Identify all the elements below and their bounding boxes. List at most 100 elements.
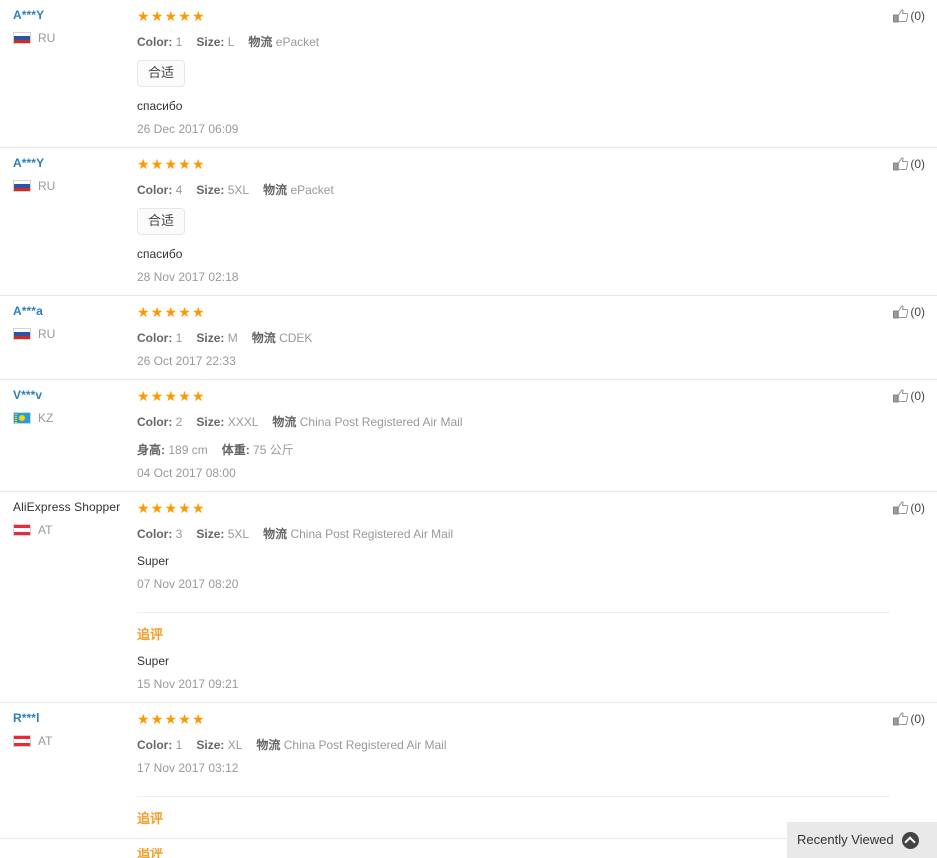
weight-label: 体重: — [221, 443, 250, 457]
flag-icon-at — [13, 735, 31, 747]
review-attributes: Color: 2 Size: XXXL 物流 China Post Register… — [137, 414, 927, 430]
color-value: 1 — [175, 738, 183, 752]
additional-review-date: 15 Nov 2017 09:21 — [137, 677, 239, 691]
reviewer-country: RU — [13, 32, 137, 44]
review-date: 04 Oct 2017 08:00 — [137, 466, 236, 480]
helpful-button[interactable]: (0) — [893, 501, 925, 515]
logistics-value: ePacket — [290, 183, 334, 197]
reviewer-name: AliExpress Shopper — [13, 500, 121, 514]
flag-icon-ru — [13, 328, 31, 340]
size-label: Size: — [196, 415, 225, 429]
reviewer-name[interactable]: V***v — [13, 387, 137, 404]
logistics-label: 物流 — [248, 35, 273, 49]
fit-tag[interactable]: 合适 — [137, 208, 186, 235]
review-user-column: A***a RU — [0, 302, 137, 340]
review-user-column: V***v KZ — [0, 386, 137, 424]
review-attributes: Color: 3 Size: 5XL 物流 China Post Registere… — [137, 526, 927, 542]
additional-review-title[interactable]: 追评 — [137, 627, 927, 643]
review-item: A***Y RU ★★★★★ Color: 1 Size: L 物流 ePacket 合适 с… — [0, 0, 937, 147]
star-rating: ★★★★★ — [137, 156, 206, 172]
logistics-value: ePacket — [275, 35, 320, 49]
color-value: 4 — [175, 183, 183, 197]
logistics-label: 物流 — [263, 527, 288, 541]
reviewer-name[interactable]: R***l — [13, 710, 137, 727]
additional-review-separator — [137, 796, 890, 797]
review-item: V***v KZ ★★★★★ Color: 2 Size: XXXL 物流 China P… — [0, 379, 937, 491]
size-label: Size: — [196, 331, 225, 345]
thumbs-up-icon[interactable] — [893, 501, 909, 515]
size-value: 5XL — [227, 527, 250, 541]
review-user-column: AliExpress Shopper AT — [0, 498, 137, 536]
additional-review-separator — [137, 612, 890, 613]
color-label: Color: — [137, 183, 173, 197]
review-date: 28 Nov 2017 02:18 — [137, 270, 239, 284]
review-attributes: Color: 1 Size: M 物流 CDEK — [137, 330, 927, 346]
size-value: L — [227, 35, 235, 49]
helpful-count: (0) — [910, 9, 925, 23]
helpful-count: (0) — [910, 389, 925, 403]
additional-review-text: Super — [137, 654, 170, 668]
size-value: XXXL — [227, 415, 259, 429]
reviewer-country: RU — [13, 328, 137, 340]
logistics-value: China Post Registered Air Mail — [283, 738, 447, 752]
color-label: Color: — [137, 415, 173, 429]
flag-icon-kz — [13, 412, 31, 424]
chevron-up-circle-icon[interactable] — [901, 831, 919, 849]
body-measurements: 身高: 189 cm 体重: 75 公斤 — [137, 442, 927, 458]
size-label: Size: — [196, 35, 225, 49]
review-attributes: Color: 4 Size: 5XL 物流 ePacket — [137, 182, 927, 198]
review-content: ★★★★★ Color: 3 Size: 5XL 物流 China Post Regi… — [137, 498, 937, 692]
recently-viewed-widget[interactable]: Recently Viewed — [787, 822, 937, 858]
color-value: 3 — [175, 527, 183, 541]
review-date: 26 Oct 2017 22:33 — [137, 354, 236, 368]
review-content: ★★★★★ Color: 1 Size: XL 物流 China Post Regis… — [137, 709, 937, 827]
flag-icon-at — [13, 524, 31, 536]
size-value: XL — [227, 738, 243, 752]
helpful-count: (0) — [910, 305, 925, 319]
helpful-count: (0) — [910, 501, 925, 515]
thumbs-up-icon[interactable] — [893, 305, 909, 319]
fit-tag[interactable]: 合适 — [137, 60, 186, 87]
review-item: A***a RU ★★★★★ Color: 1 Size: M 物流 CDEK 26 Oct… — [0, 295, 937, 379]
reviewer-country: KZ — [13, 412, 137, 424]
reviewer-name[interactable]: A***Y — [13, 7, 137, 24]
review-user-column: R***l AT — [0, 709, 137, 747]
helpful-button[interactable]: (0) — [893, 305, 925, 319]
reviewer-name[interactable]: A***a — [13, 303, 137, 320]
country-code: RU — [38, 327, 56, 341]
helpful-button[interactable]: (0) — [893, 9, 925, 23]
thumbs-up-icon[interactable] — [893, 157, 909, 171]
review-content: ★★★★★ Color: 4 Size: 5XL 物流 ePacket 合适 спасиб… — [137, 154, 937, 285]
logistics-value: CDEK — [279, 331, 313, 345]
logistics-value: China Post Registered Air Mail — [299, 415, 463, 429]
flag-icon-ru — [13, 180, 31, 192]
thumbs-up-icon[interactable] — [893, 9, 909, 23]
review-date: 17 Nov 2017 03:12 — [137, 761, 239, 775]
country-code: AT — [38, 734, 53, 748]
helpful-button[interactable]: (0) — [893, 157, 925, 171]
review-date: 07 Nov 2017 08:20 — [137, 577, 239, 591]
star-rating: ★★★★★ — [137, 500, 206, 516]
thumbs-up-icon[interactable] — [893, 389, 909, 403]
helpful-button[interactable]: (0) — [893, 712, 925, 726]
additional-review-title-partial: 追评 — [137, 848, 164, 858]
review-text: спасибо — [137, 247, 183, 261]
helpful-button[interactable]: (0) — [893, 389, 925, 403]
reviews-list: A***Y RU ★★★★★ Color: 1 Size: L 物流 ePacket 合适 с… — [0, 0, 937, 837]
logistics-label: 物流 — [272, 415, 297, 429]
reviewer-name[interactable]: A***Y — [13, 155, 137, 172]
thumbs-up-icon[interactable] — [893, 712, 909, 726]
review-attributes: Color: 1 Size: XL 物流 China Post Registered… — [137, 737, 927, 753]
country-code: RU — [38, 31, 56, 45]
size-label: Size: — [196, 738, 225, 752]
reviewer-country: AT — [13, 524, 137, 536]
country-code: KZ — [38, 411, 54, 425]
recently-viewed-label: Recently Viewed — [797, 832, 894, 847]
logistics-value: China Post Registered Air Mail — [290, 527, 454, 541]
size-value: 5XL — [227, 183, 250, 197]
color-label: Color: — [137, 527, 173, 541]
logistics-label: 物流 — [256, 738, 281, 752]
reviewer-country: AT — [13, 735, 137, 747]
helpful-count: (0) — [910, 157, 925, 171]
review-content: ★★★★★ Color: 2 Size: XXXL 物流 China Post Reg… — [137, 386, 937, 481]
